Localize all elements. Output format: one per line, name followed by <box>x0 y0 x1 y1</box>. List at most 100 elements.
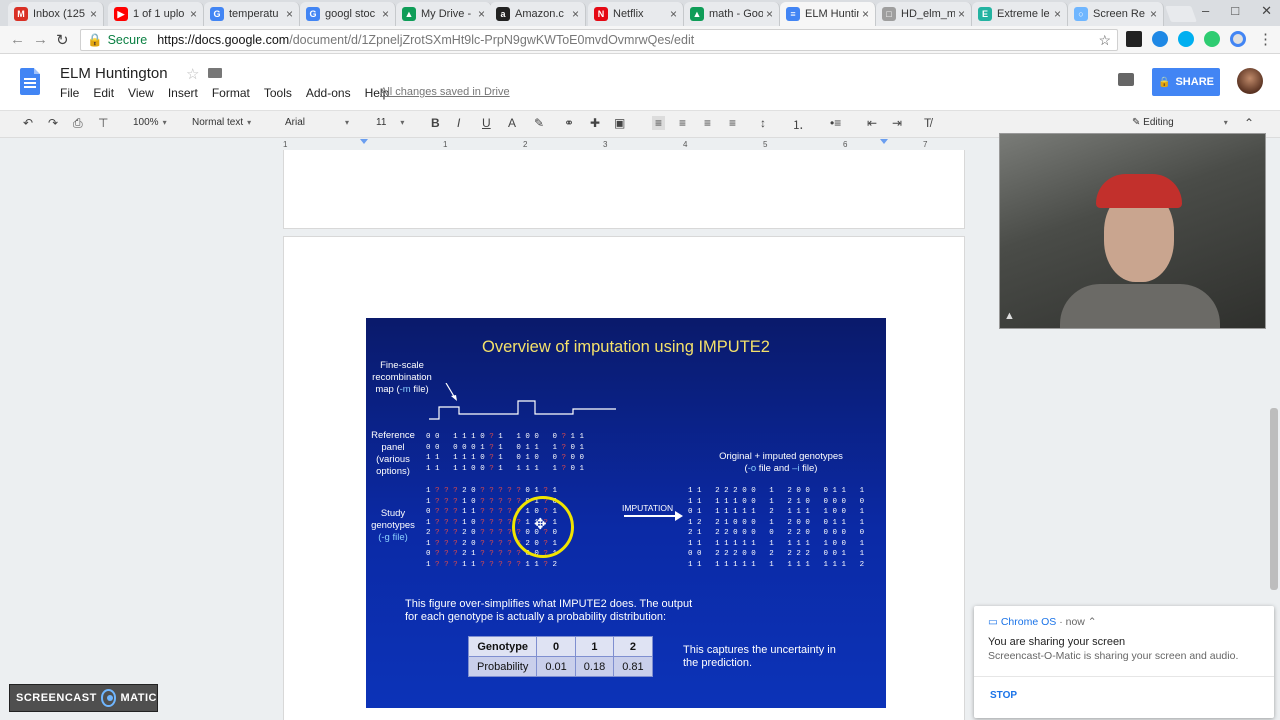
browser-tab[interactable]: ○ Screen Re × <box>1068 2 1164 26</box>
grid-row: 0 0 1 1 1 0 ? 1 1 0 0 0 ? 1 1 <box>426 433 585 441</box>
undo-icon[interactable]: ↶ <box>23 116 33 130</box>
minimize-icon[interactable]: – <box>1202 3 1209 19</box>
menu-kebab-icon[interactable]: ⋮ <box>1258 30 1273 48</box>
print-icon[interactable]: ⎙ <box>73 116 83 131</box>
text-color-icon[interactable]: A <box>508 116 516 130</box>
docs-logo-icon[interactable] <box>20 68 40 95</box>
close-tab-icon[interactable]: × <box>382 7 389 21</box>
extension-icon[interactable] <box>1152 31 1168 47</box>
comments-icon[interactable] <box>1118 73 1134 86</box>
insert-image-icon[interactable]: ▣ <box>614 116 625 130</box>
justify-icon[interactable]: ≡ <box>729 116 736 130</box>
close-tab-icon[interactable]: × <box>1150 7 1157 21</box>
clear-formatting-icon[interactable]: T̸ <box>924 116 931 130</box>
tab-title: 1 of 1 uplo <box>133 8 185 20</box>
close-tab-icon[interactable]: × <box>670 7 677 21</box>
browser-tab[interactable]: E Extreme le × <box>972 2 1068 26</box>
browser-tab[interactable]: M Inbox (125 × <box>8 2 104 26</box>
screen-share-notification[interactable]: ▭ Chrome OS · now ⌃ You are sharing your… <box>974 606 1274 718</box>
paint-format-icon[interactable]: ⊤ <box>98 116 108 130</box>
ruler[interactable]: 1 1 2 3 4 5 6 7 <box>283 139 965 150</box>
menu-format[interactable]: Format <box>212 86 250 100</box>
underline-icon[interactable]: U <box>482 116 491 130</box>
collapse-toolbar-icon[interactable]: ⌃ <box>1244 116 1254 130</box>
menu-bar: File Edit View Insert Format Tools Add-ons Help <box>60 86 403 100</box>
menu-file[interactable]: File <box>60 86 79 100</box>
font-select[interactable]: Arial ▾ <box>285 117 349 128</box>
document-page[interactable] <box>283 150 965 229</box>
reload-icon[interactable]: ↻ <box>56 31 69 49</box>
browser-tab[interactable]: ▶ 1 of 1 uplo × <box>108 2 204 26</box>
style-select[interactable]: Normal text ▾ <box>192 117 251 128</box>
menu-insert[interactable]: Insert <box>168 86 198 100</box>
numbered-list-icon[interactable]: ⒈ <box>792 116 804 133</box>
document-title[interactable]: ELM Huntington <box>60 65 168 82</box>
imputation-arrow-icon <box>624 511 683 521</box>
align-center-icon[interactable]: ≡ <box>679 116 686 130</box>
italic-icon[interactable]: I <box>457 116 460 130</box>
highlight-icon[interactable]: ✎ <box>534 116 544 130</box>
browser-tab[interactable]: ▲ My Drive - × <box>396 2 492 26</box>
redo-icon[interactable]: ↷ <box>48 116 58 130</box>
save-status[interactable]: All changes saved in Drive <box>380 86 510 98</box>
menu-tools[interactable]: Tools <box>264 86 292 100</box>
close-tab-icon[interactable]: × <box>1054 7 1061 21</box>
browser-tab[interactable]: a Amazon.c × <box>490 2 586 26</box>
zoom-select[interactable]: 100% ▾ <box>133 117 167 128</box>
browser-tab[interactable]: ▲ math - Goo × <box>684 2 780 26</box>
close-tab-icon[interactable]: × <box>958 7 965 21</box>
left-indent-marker[interactable] <box>360 139 368 144</box>
forward-icon[interactable]: → <box>33 31 48 48</box>
drive-icon: ▲ <box>402 7 416 21</box>
browser-tab[interactable]: Ggoogl stoc × <box>300 2 396 26</box>
star-icon[interactable]: ☆ <box>186 65 199 83</box>
close-tab-icon[interactable]: × <box>478 7 485 21</box>
close-window-icon[interactable]: ✕ <box>1261 3 1272 19</box>
bulleted-list-icon[interactable]: •≡ <box>830 116 841 130</box>
folder-icon[interactable] <box>208 68 222 78</box>
editing-mode-select[interactable]: ✎ Editing ▾ <box>1132 117 1228 128</box>
new-tab-button[interactable] <box>1165 6 1197 22</box>
browser-tab[interactable]: ≡ ELM Huntin × <box>780 2 876 26</box>
close-tab-icon[interactable]: × <box>90 7 97 21</box>
align-right-icon[interactable]: ≡ <box>704 116 711 130</box>
bold-icon[interactable]: B <box>431 116 440 130</box>
link-icon[interactable]: ⚭ <box>564 116 574 130</box>
page-scrollbar[interactable] <box>1270 408 1278 590</box>
browser-tab[interactable]: □ HD_elm_m × <box>876 2 972 26</box>
extension-icon[interactable] <box>1230 31 1246 47</box>
menu-view[interactable]: View <box>128 86 154 100</box>
hangouts-icon[interactable] <box>1204 31 1220 47</box>
impute2-overview-image[interactable]: Overview of imputation using IMPUTE2 Fin… <box>366 318 886 708</box>
skype-icon[interactable] <box>1178 31 1194 47</box>
back-icon[interactable]: ← <box>10 31 25 48</box>
webcam-menu-icon[interactable]: ▲ <box>1004 310 1015 322</box>
menu-addons[interactable]: Add-ons <box>306 86 351 100</box>
extension-icon[interactable] <box>1126 31 1142 47</box>
add-comment-icon[interactable]: ✚ <box>590 116 600 130</box>
reference-panel-grid: 0 0 1 1 1 0 ? 1 1 0 0 0 ? 1 1 0 0 0 0 0 1… <box>426 432 584 474</box>
share-button[interactable]: 🔒 SHARE <box>1152 68 1220 96</box>
webcam-overlay[interactable]: ▲ <box>999 133 1266 329</box>
right-indent-marker[interactable] <box>880 139 888 144</box>
decrease-indent-icon[interactable]: ⇤ <box>867 116 877 130</box>
font-size-select[interactable]: 11 ▾ <box>376 117 404 128</box>
line-spacing-icon[interactable]: ↕ <box>760 116 766 130</box>
avatar[interactable] <box>1237 68 1263 94</box>
close-tab-icon[interactable]: × <box>572 7 579 21</box>
browser-tab[interactable]: Gtemperatu × <box>204 2 300 26</box>
address-bar[interactable]: 🔒 Secure https://docs.google.com /docume… <box>80 29 1118 51</box>
increase-indent-icon[interactable]: ⇥ <box>892 116 902 130</box>
menu-edit[interactable]: Edit <box>93 86 114 100</box>
stop-sharing-button[interactable]: STOP <box>990 690 1017 701</box>
close-tab-icon[interactable]: × <box>862 7 869 21</box>
maximize-icon[interactable]: □ <box>1231 3 1239 19</box>
close-tab-icon[interactable]: × <box>766 7 773 21</box>
browser-tab[interactable]: N Netflix × <box>588 2 684 26</box>
table-header-cell: Genotype <box>467 636 538 657</box>
close-tab-icon[interactable]: × <box>190 7 197 21</box>
close-tab-icon[interactable]: × <box>286 7 293 21</box>
tab-title: ELM Huntin <box>805 8 859 20</box>
bookmark-star-icon[interactable]: ☆ <box>1098 32 1111 49</box>
align-left-icon[interactable]: ≡ <box>652 116 666 130</box>
